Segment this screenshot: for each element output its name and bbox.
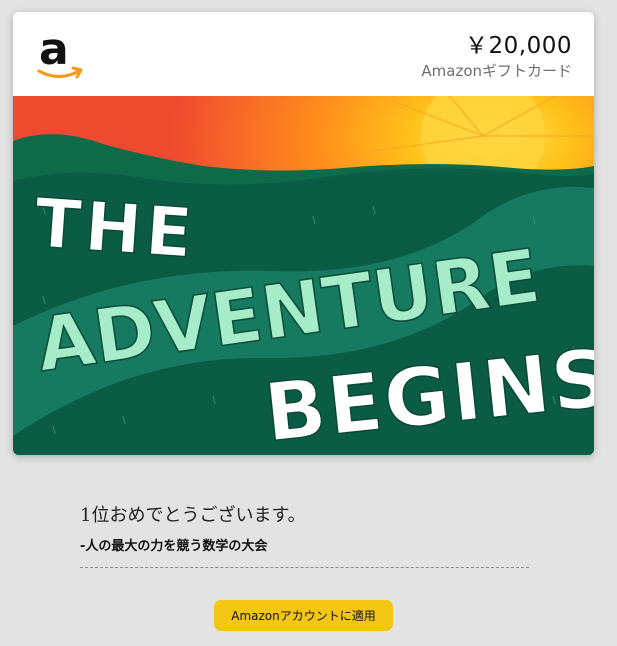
apply-to-account-button[interactable]: Amazonアカウントに適用 (214, 600, 393, 631)
divider (80, 567, 529, 568)
headline-line-1: THE (32, 184, 199, 274)
gift-card: a ￥20,000 Amazonギフトカード THE ADVENTURE BEG… (13, 12, 594, 455)
svg-text:a: a (39, 26, 69, 75)
amazon-logo: a (37, 26, 83, 79)
gift-card-artwork: THE ADVENTURE BEGINS (13, 96, 594, 455)
gift-card-amount: ￥20,000 (465, 33, 572, 59)
gift-message: 1位おめでとうございます。 (80, 505, 306, 526)
gift-card-header: a ￥20,000 Amazonギフトカード (13, 12, 594, 96)
gift-sender: -人の最大の力を競う数学の大会 (80, 539, 268, 554)
gift-card-type-label: Amazonギフトカード (421, 62, 572, 80)
